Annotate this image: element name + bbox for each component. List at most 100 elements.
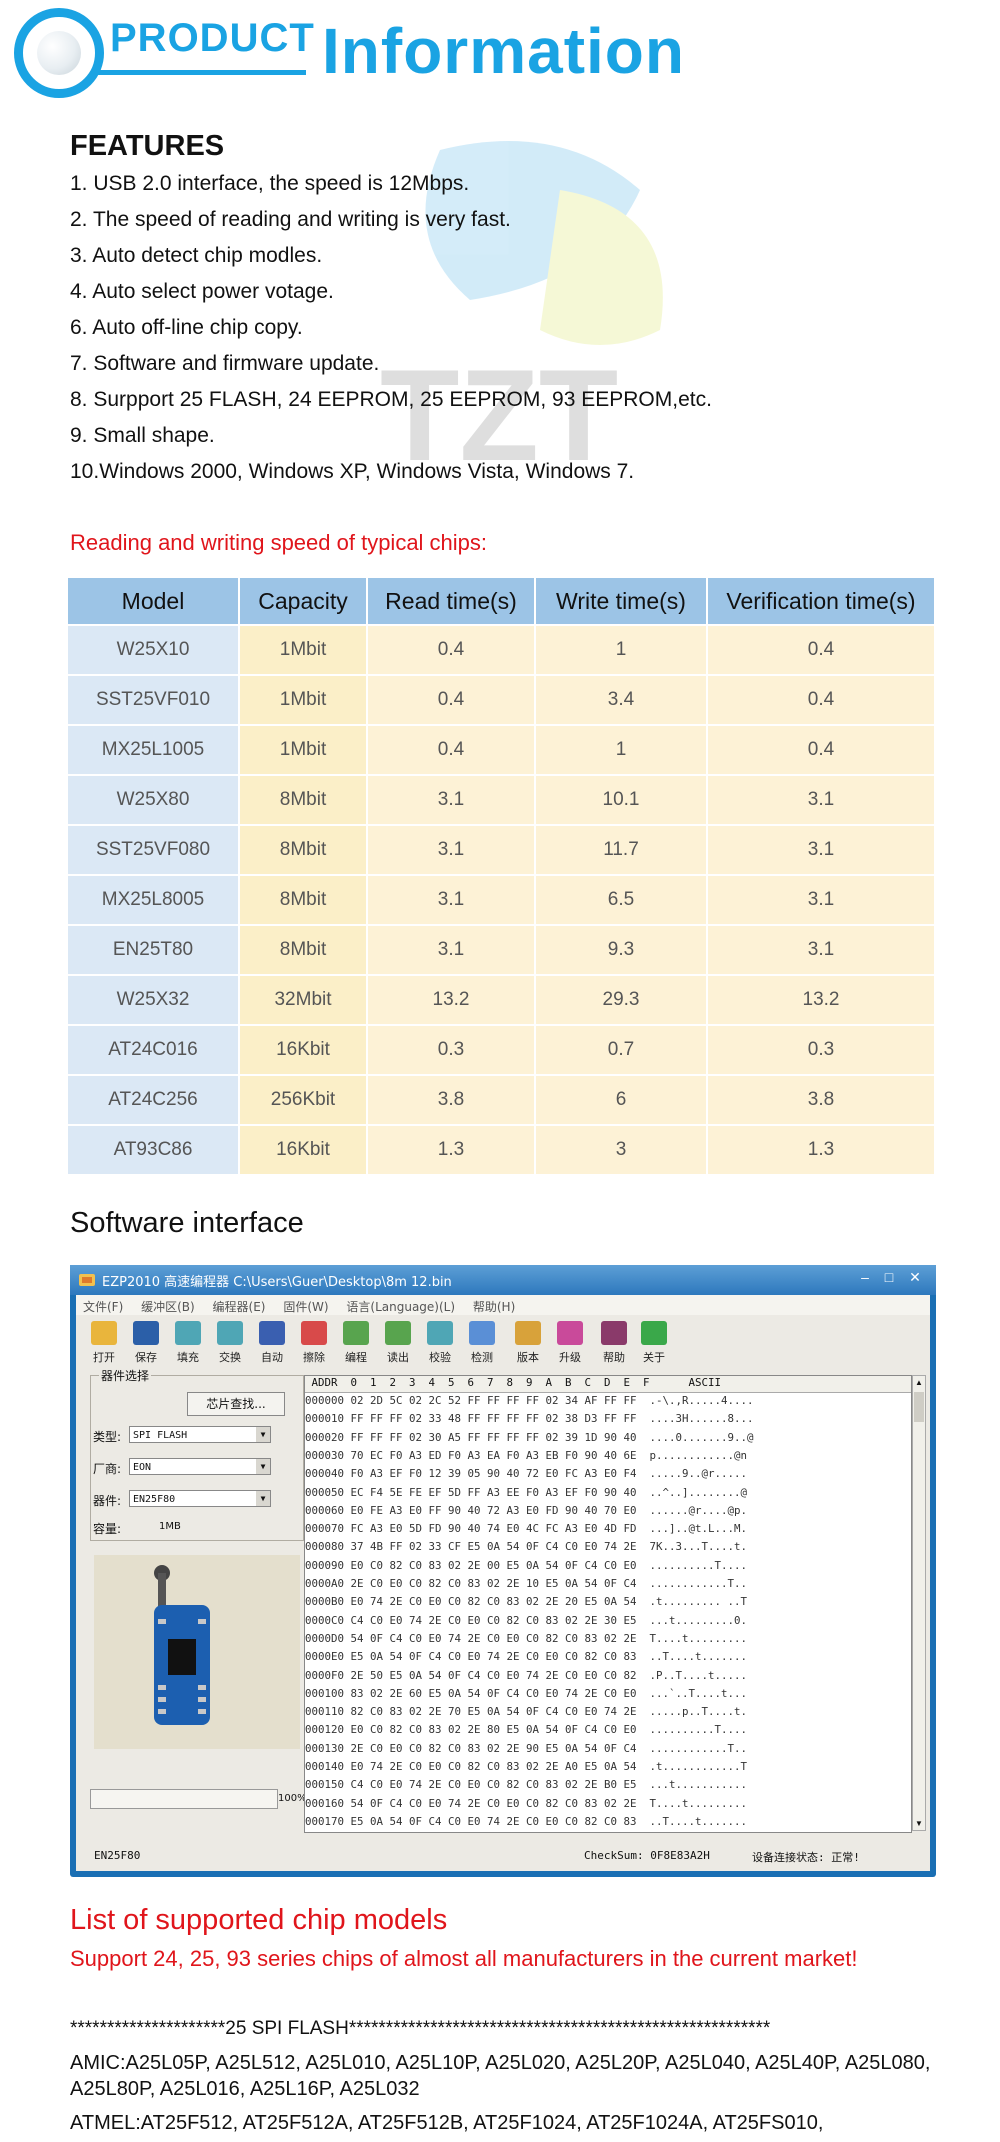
upgrade-button[interactable]: 升级 <box>550 1319 590 1365</box>
window-title: EZP2010 高速编程器 C:\Users\Guer\Desktop\8m 1… <box>102 1275 452 1290</box>
type-label: 类型: <box>93 1430 122 1444</box>
device-select[interactable]: EN25F80 ▼ <box>129 1490 271 1507</box>
supported-list-title: List of supported chip models <box>70 1904 448 1936</box>
maximize-icon[interactable]: □ <box>878 1269 900 1285</box>
read-button[interactable]: 读出 <box>378 1319 418 1365</box>
hex-row: 000040 F0 A3 EF F0 12 39 05 90 40 72 E0 … <box>305 1467 748 1481</box>
scroll-up-icon[interactable]: ▲ <box>914 1378 924 1387</box>
version-icon <box>515 1321 541 1345</box>
capacity-cell: 1Mbit <box>240 626 368 676</box>
write-time-cell: 0.7 <box>536 1026 708 1076</box>
read-time-cell: 0.4 <box>368 726 536 776</box>
write-time-cell: 11.7 <box>536 826 708 876</box>
hex-row: 0000E0 E5 0A 54 0F C4 C0 E0 74 2E C0 E0 … <box>305 1650 748 1664</box>
capacity-cell: 8Mbit <box>240 926 368 976</box>
fill-icon <box>175 1321 201 1345</box>
program-button[interactable]: 编程 <box>336 1319 376 1365</box>
model-cell: AT24C256 <box>68 1076 240 1126</box>
model-cell: SST25VF080 <box>68 826 240 876</box>
table-row: AT24C256 256Kbit 3.8 6 3.8 <box>68 1076 936 1126</box>
column-header-verification-time: Verification time(s) <box>708 578 936 626</box>
model-cell: AT93C86 <box>68 1126 240 1176</box>
menu-help[interactable]: 帮助(H) <box>466 1295 522 1315</box>
scroll-thumb[interactable] <box>914 1392 924 1422</box>
column-header-read-time: Read time(s) <box>368 578 536 626</box>
scroll-down-icon[interactable]: ▼ <box>914 1819 924 1828</box>
about-label: 关于 <box>643 1351 665 1364</box>
detect-button[interactable]: 检测 <box>462 1319 502 1365</box>
model-cell: EN25T80 <box>68 926 240 976</box>
hex-scrollbar[interactable]: ▲ ▼ <box>912 1375 926 1831</box>
verification-time-cell: 0.3 <box>708 1026 936 1076</box>
read-time-cell: 0.4 <box>368 676 536 726</box>
save-icon <box>133 1321 159 1345</box>
save-button[interactable]: 保存 <box>126 1319 166 1365</box>
device-value: EN25F80 <box>133 1494 176 1505</box>
vendor-select[interactable]: EON ▼ <box>129 1458 271 1475</box>
help-button[interactable]: 帮助 <box>594 1319 634 1365</box>
amic-chip-list: AMIC:A25L05P, A25L512, A25L010, A25L10P,… <box>70 2052 931 2100</box>
magnifier-logo-icon <box>14 8 104 98</box>
open-button[interactable]: 打开 <box>84 1319 124 1365</box>
program-label: 编程 <box>345 1351 367 1364</box>
auto-button[interactable]: 自动 <box>252 1319 292 1365</box>
model-cell: AT24C016 <box>68 1026 240 1076</box>
feature-item: 7. Software and firmware update. <box>70 352 380 375</box>
table-row: MX25L1005 1Mbit 0.4 1 0.4 <box>68 726 936 776</box>
feature-item: 8. Surpport 25 FLASH, 24 EEPROM, 25 EEPR… <box>70 388 712 411</box>
table-row: SST25VF010 1Mbit 0.4 3.4 0.4 <box>68 676 936 726</box>
table-row: AT24C016 16Kbit 0.3 0.7 0.3 <box>68 1026 936 1076</box>
vendor-value: EON <box>133 1462 152 1473</box>
software-interface-title: Software interface <box>70 1207 304 1239</box>
menu-language[interactable]: 语言(Language)(L) <box>339 1295 462 1315</box>
verification-time-cell: 1.3 <box>708 1126 936 1176</box>
version-label: 版本 <box>517 1351 539 1364</box>
app-icon <box>79 1274 95 1286</box>
hex-row: 000110 82 C0 83 02 2E 70 E5 0A 54 0F C4 … <box>305 1705 748 1719</box>
read-label: 读出 <box>387 1351 409 1364</box>
about-icon <box>641 1321 667 1345</box>
menu-buffer[interactable]: 缓冲区(B) <box>134 1295 202 1315</box>
hex-row: 000100 83 02 2E 60 E5 0A 54 0F C4 C0 E0 … <box>305 1686 748 1700</box>
hex-row: 0000F0 2E 50 E5 0A 54 0F C4 C0 E0 74 2E … <box>305 1668 748 1682</box>
window-title-bar: EZP2010 高速编程器 C:\Users\Guer\Desktop\8m 1… <box>70 1265 936 1295</box>
read-time-cell: 3.1 <box>368 876 536 926</box>
read-time-cell: 0.3 <box>368 1026 536 1076</box>
feature-item: 10.Windows 2000, Windows XP, Windows Vis… <box>70 460 635 483</box>
minimize-icon[interactable]: – <box>854 1269 876 1285</box>
chip-find-button[interactable]: 芯片查找... <box>187 1392 285 1416</box>
close-icon[interactable]: ✕ <box>904 1269 926 1286</box>
save-label: 保存 <box>135 1351 157 1364</box>
hex-row: 000060 E0 FE A3 E0 FF 90 40 72 A3 E0 FD … <box>305 1503 748 1517</box>
chevron-down-icon: ▼ <box>256 1459 270 1474</box>
capacity-cell: 8Mbit <box>240 876 368 926</box>
menu-file[interactable]: 文件(F) <box>76 1295 130 1315</box>
window-client: 文件(F) 缓冲区(B) 编程器(E) 固件(W) 语言(Language)(L… <box>76 1295 930 1871</box>
read-time-cell: 3.1 <box>368 826 536 876</box>
progress-bar <box>90 1789 278 1809</box>
erase-label: 擦除 <box>303 1351 325 1364</box>
table-row: AT93C86 16Kbit 1.3 3 1.3 <box>68 1126 936 1176</box>
hex-view[interactable]: ADDR 0 1 2 3 4 5 6 7 8 9 A B C D E F ASC… <box>304 1375 912 1833</box>
write-time-cell: 9.3 <box>536 926 708 976</box>
about-button[interactable]: 关于 <box>634 1319 674 1365</box>
hex-row: 000070 FC A3 E0 5D FD 90 40 74 E0 4C FC … <box>305 1522 748 1536</box>
progress-percent: 100% <box>278 1793 307 1804</box>
swap-button[interactable]: 交换 <box>210 1319 250 1365</box>
type-select[interactable]: SPI FLASH ▼ <box>129 1426 271 1443</box>
erase-button[interactable]: 擦除 <box>294 1319 334 1365</box>
chip-adapter-image <box>94 1555 300 1749</box>
feature-item: 1. USB 2.0 interface, the speed is 12Mbp… <box>70 172 470 195</box>
verify-icon <box>427 1321 453 1345</box>
menu-firmware[interactable]: 固件(W) <box>276 1295 335 1315</box>
verify-label: 校验 <box>429 1351 451 1364</box>
column-header-capacity: Capacity <box>240 578 368 626</box>
verification-time-cell: 3.1 <box>708 826 936 876</box>
capacity-label: 容量: <box>93 1522 122 1536</box>
hex-row: 000010 FF FF FF 02 33 48 FF FF FF FF 02 … <box>305 1412 754 1426</box>
model-cell: W25X10 <box>68 626 240 676</box>
version-button[interactable]: 版本 <box>508 1319 548 1365</box>
fill-button[interactable]: 填充 <box>168 1319 208 1365</box>
verify-button[interactable]: 校验 <box>420 1319 460 1365</box>
menu-programmer[interactable]: 编程器(E) <box>206 1295 273 1315</box>
